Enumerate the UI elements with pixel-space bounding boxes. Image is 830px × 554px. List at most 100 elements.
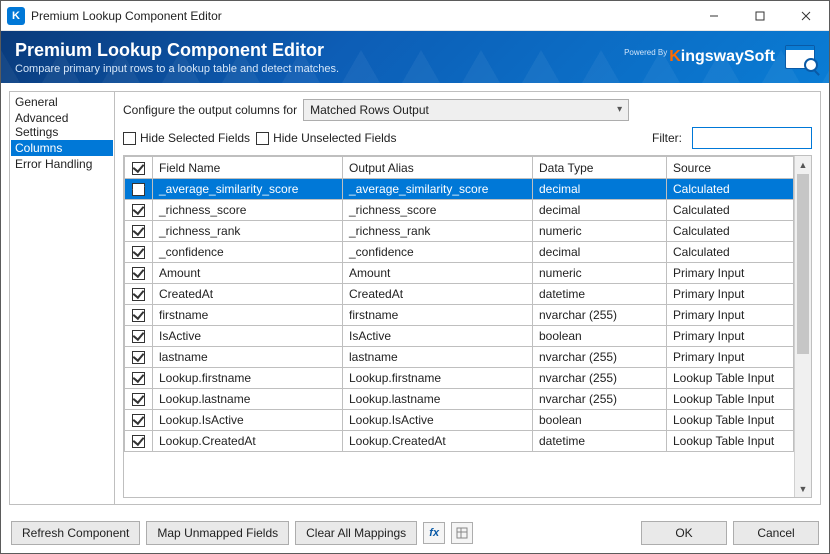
- checkbox-icon: [132, 246, 145, 259]
- header-check-all[interactable]: [125, 157, 153, 179]
- row-checkbox[interactable]: [125, 368, 153, 389]
- filter-label: Filter:: [652, 131, 682, 145]
- ok-button[interactable]: OK: [641, 521, 727, 545]
- table-row[interactable]: Lookup.lastnameLookup.lastnamenvarchar (…: [125, 389, 794, 410]
- row-checkbox[interactable]: [125, 389, 153, 410]
- row-checkbox[interactable]: [125, 242, 153, 263]
- header-source[interactable]: Source: [667, 157, 794, 179]
- vertical-scrollbar[interactable]: ▲ ▼: [794, 156, 811, 497]
- cell-field-name: Lookup.CreatedAt: [153, 431, 343, 452]
- header-output-alias[interactable]: Output Alias: [343, 157, 533, 179]
- checkbox-icon: [132, 288, 145, 301]
- cell-source: Primary Input: [667, 305, 794, 326]
- checkbox-icon: [123, 132, 136, 145]
- row-checkbox[interactable]: [125, 410, 153, 431]
- sidebar-item-general[interactable]: General: [11, 94, 113, 110]
- brand-k: K: [669, 48, 681, 65]
- cell-field-name: Amount: [153, 263, 343, 284]
- cell-source: Lookup Table Input: [667, 389, 794, 410]
- checkbox-icon: [132, 372, 145, 385]
- header-field-name[interactable]: Field Name: [153, 157, 343, 179]
- table-row[interactable]: _confidence_confidencedecimalCalculated: [125, 242, 794, 263]
- cell-field-name: Lookup.IsActive: [153, 410, 343, 431]
- sidebar: GeneralAdvanced SettingsColumnsError Han…: [9, 91, 115, 505]
- cell-data-type: decimal: [533, 242, 667, 263]
- cell-data-type: boolean: [533, 410, 667, 431]
- brand: Powered By KingswaySoft: [624, 45, 815, 69]
- checkbox-icon: [132, 204, 145, 217]
- cell-field-name: IsActive: [153, 326, 343, 347]
- table-row[interactable]: _richness_score_richness_scoredecimalCal…: [125, 200, 794, 221]
- row-checkbox[interactable]: [125, 326, 153, 347]
- table-row[interactable]: firstnamefirstnamenvarchar (255)Primary …: [125, 305, 794, 326]
- output-config-row: Configure the output columns for Matched…: [123, 99, 812, 121]
- table-row[interactable]: Lookup.CreatedAtLookup.CreatedAtdatetime…: [125, 431, 794, 452]
- header-data-type[interactable]: Data Type: [533, 157, 667, 179]
- close-button[interactable]: [783, 1, 829, 31]
- table-row[interactable]: lastnamelastnamenvarchar (255)Primary In…: [125, 347, 794, 368]
- row-checkbox[interactable]: [125, 263, 153, 284]
- grid-icon-button[interactable]: [451, 522, 473, 544]
- scroll-down-icon[interactable]: ▼: [795, 480, 811, 497]
- checkbox-icon: [132, 309, 145, 322]
- cell-source: Calculated: [667, 221, 794, 242]
- scroll-up-icon[interactable]: ▲: [795, 156, 811, 173]
- clear-all-mappings-button[interactable]: Clear All Mappings: [295, 521, 417, 545]
- sidebar-item-advanced-settings[interactable]: Advanced Settings: [11, 110, 113, 140]
- row-checkbox[interactable]: [125, 284, 153, 305]
- table-row[interactable]: _average_similarity_score_average_simila…: [125, 179, 794, 200]
- cell-output-alias: Lookup.lastname: [343, 389, 533, 410]
- body: GeneralAdvanced SettingsColumnsError Han…: [1, 83, 829, 513]
- cell-field-name: _confidence: [153, 242, 343, 263]
- checkbox-icon: [132, 225, 145, 238]
- cancel-button[interactable]: Cancel: [733, 521, 819, 545]
- cell-data-type: numeric: [533, 221, 667, 242]
- row-checkbox[interactable]: [125, 221, 153, 242]
- row-checkbox[interactable]: [125, 305, 153, 326]
- cell-data-type: nvarchar (255): [533, 347, 667, 368]
- row-checkbox[interactable]: [125, 200, 153, 221]
- row-checkbox[interactable]: [125, 179, 153, 200]
- cell-source: Calculated: [667, 179, 794, 200]
- app-icon: K: [7, 7, 25, 25]
- output-config-label: Configure the output columns for: [123, 103, 297, 117]
- map-unmapped-fields-button[interactable]: Map Unmapped Fields: [146, 521, 289, 545]
- hide-unselected-label: Hide Unselected Fields: [273, 131, 396, 145]
- hide-selected-checkbox[interactable]: Hide Selected Fields: [123, 131, 250, 145]
- fx-icon-button[interactable]: fx: [423, 522, 445, 544]
- filter-row: Hide Selected Fields Hide Unselected Fie…: [123, 127, 812, 149]
- table-row[interactable]: _richness_rank_richness_ranknumericCalcu…: [125, 221, 794, 242]
- sidebar-item-error-handling[interactable]: Error Handling: [11, 156, 113, 172]
- output-select-value: Matched Rows Output: [310, 103, 429, 117]
- filter-input[interactable]: [692, 127, 812, 149]
- table-row[interactable]: Lookup.IsActiveLookup.IsActivebooleanLoo…: [125, 410, 794, 431]
- cell-field-name: Lookup.firstname: [153, 368, 343, 389]
- cell-output-alias: Lookup.IsActive: [343, 410, 533, 431]
- sidebar-item-columns[interactable]: Columns: [11, 140, 113, 156]
- brand-powered: Powered By: [624, 48, 667, 57]
- cell-field-name: CreatedAt: [153, 284, 343, 305]
- cell-output-alias: firstname: [343, 305, 533, 326]
- refresh-component-button[interactable]: Refresh Component: [11, 521, 140, 545]
- table-header-row: Field Name Output Alias Data Type Source: [125, 157, 794, 179]
- maximize-button[interactable]: [737, 1, 783, 31]
- table-row[interactable]: IsActiveIsActivebooleanPrimary Input: [125, 326, 794, 347]
- minimize-button[interactable]: [691, 1, 737, 31]
- row-checkbox[interactable]: [125, 347, 153, 368]
- checkbox-icon: [132, 183, 145, 196]
- columns-table: Field Name Output Alias Data Type Source…: [123, 155, 812, 498]
- scroll-thumb[interactable]: [797, 174, 809, 354]
- cell-output-alias: lastname: [343, 347, 533, 368]
- cell-source: Calculated: [667, 242, 794, 263]
- cell-output-alias: Lookup.CreatedAt: [343, 431, 533, 452]
- footer: Refresh Component Map Unmapped Fields Cl…: [1, 513, 829, 553]
- table-row[interactable]: Lookup.firstnameLookup.firstnamenvarchar…: [125, 368, 794, 389]
- table-row[interactable]: AmountAmountnumericPrimary Input: [125, 263, 794, 284]
- cell-source: Lookup Table Input: [667, 410, 794, 431]
- hide-unselected-checkbox[interactable]: Hide Unselected Fields: [256, 131, 396, 145]
- output-select[interactable]: Matched Rows Output ▾: [303, 99, 629, 121]
- cell-field-name: firstname: [153, 305, 343, 326]
- table-row[interactable]: CreatedAtCreatedAtdatetimePrimary Input: [125, 284, 794, 305]
- row-checkbox[interactable]: [125, 431, 153, 452]
- cell-data-type: numeric: [533, 263, 667, 284]
